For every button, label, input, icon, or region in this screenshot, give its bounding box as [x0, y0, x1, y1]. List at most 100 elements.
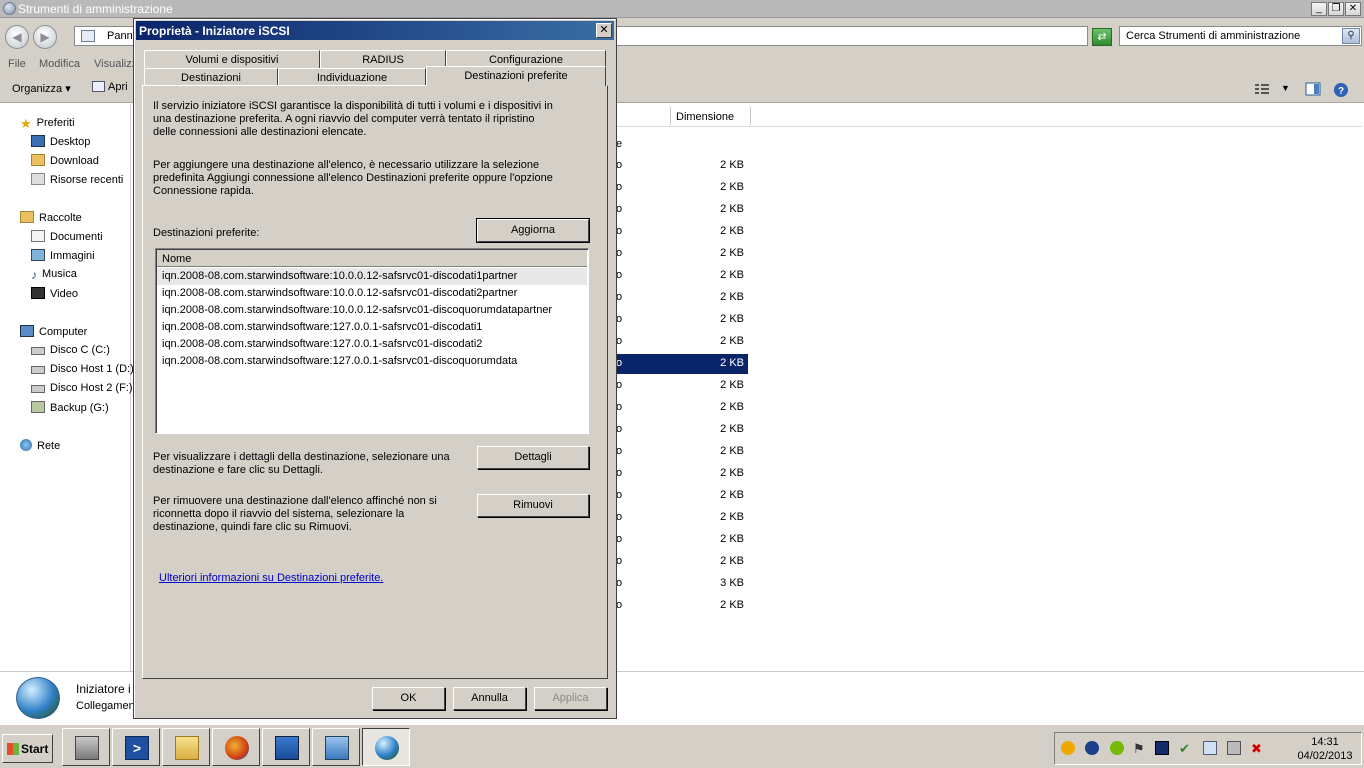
file-row[interactable]: o2 KB	[616, 376, 748, 396]
menu-edit[interactable]: Modifica	[39, 58, 80, 70]
file-row[interactable]: o2 KB	[616, 222, 748, 242]
forward-button[interactable]: ▶	[33, 25, 57, 49]
tab-volumes-devices[interactable]: Volumi e dispositivi	[144, 50, 320, 68]
file-row[interactable]: o2 KB	[616, 508, 748, 528]
refresh-button[interactable]: Aggiorna	[476, 218, 590, 243]
file-row[interactable]: o2 KB	[616, 332, 748, 352]
apply-button[interactable]: Applica	[534, 687, 607, 710]
file-row[interactable]: o2 KB	[616, 552, 748, 572]
file-row[interactable]: o2 KB	[616, 442, 748, 462]
close-button[interactable]: ✕	[1345, 2, 1361, 16]
details-button[interactable]: Dettagli	[477, 446, 589, 469]
nav-drive-g[interactable]: Backup (G:)	[31, 401, 109, 414]
checkmark-icon[interactable]: ✔	[1179, 741, 1193, 756]
device-icon[interactable]	[1203, 741, 1217, 755]
flag-icon[interactable]: ⚑	[1133, 741, 1147, 756]
speaker-muted-icon[interactable]: ✖	[1251, 741, 1265, 756]
start-button[interactable]: Start	[2, 734, 53, 763]
file-row[interactable]: o2 KB	[616, 486, 748, 506]
file-row[interactable]: o2 KB	[616, 420, 748, 440]
remove-button[interactable]: Rimuovi	[477, 494, 589, 517]
target-row[interactable]: iqn.2008-08.com.starwindsoftware:127.0.0…	[157, 319, 587, 336]
taskbar-iscsi-initiator[interactable]	[362, 728, 410, 766]
taskbar-firefox[interactable]	[212, 728, 260, 766]
libraries-icon	[20, 211, 34, 223]
taskbar-explorer[interactable]	[162, 728, 210, 766]
monitor-icon[interactable]	[1155, 741, 1169, 755]
file-row[interactable]: o2 KB	[616, 244, 748, 264]
file-size: 2 KB	[720, 313, 744, 325]
tab-discovery[interactable]: Individuazione	[278, 68, 426, 86]
file-row[interactable]: o2 KB	[616, 398, 748, 418]
maximize-button[interactable]: ❐	[1328, 2, 1344, 16]
target-row[interactable]: iqn.2008-08.com.starwindsoftware:10.0.0.…	[157, 268, 587, 285]
file-row[interactable]: o2 KB	[616, 156, 748, 176]
target-name: iqn.2008-08.com.starwindsoftware:10.0.0.…	[162, 304, 553, 316]
file-row[interactable]: o2 KB	[616, 266, 748, 286]
clock-date[interactable]: 04/02/2013	[1290, 750, 1360, 762]
details-help-text: Per visualizzare i dettagli della destin…	[153, 451, 450, 476]
refresh-icon[interactable]: ⇄	[1092, 28, 1112, 46]
file-row[interactable]: o2 KB	[616, 464, 748, 484]
file-row[interactable]: o2 KB	[616, 288, 748, 308]
target-row[interactable]: iqn.2008-08.com.starwindsoftware:127.0.0…	[157, 336, 587, 353]
nav-download[interactable]: Download	[31, 154, 99, 167]
nav-computer[interactable]: Computer	[20, 325, 87, 338]
taskbar-powershell[interactable]: >	[112, 728, 160, 766]
back-button[interactable]: ◀	[5, 25, 29, 49]
nav-recent[interactable]: Risorse recenti	[31, 173, 123, 186]
column-size-header[interactable]: Dimensione	[676, 111, 734, 123]
column-separator	[670, 107, 671, 125]
nav-drive-f[interactable]: Disco Host 2 (F:)	[31, 382, 133, 394]
preview-pane-icon[interactable]	[1305, 82, 1321, 96]
nav-desktop[interactable]: Desktop	[31, 135, 90, 148]
nav-drive-c[interactable]: Disco C (C:)	[31, 344, 110, 356]
favorite-targets-list[interactable]: Nome iqn.2008-08.com.starwindsoftware:10…	[155, 248, 589, 434]
search-input[interactable]: Cerca Strumenti di amministrazione ⚲	[1119, 26, 1362, 46]
menu-file[interactable]: File	[8, 58, 26, 70]
file-size: 2 KB	[720, 269, 744, 281]
file-row[interactable]: o2 KB	[616, 596, 748, 616]
ok-button[interactable]: OK	[372, 687, 445, 710]
search-icon[interactable]: ⚲	[1342, 28, 1360, 44]
file-row[interactable]: o2 KB	[616, 354, 748, 374]
column-name-header[interactable]: Nome	[162, 253, 191, 265]
taskbar-control-panel[interactable]	[312, 728, 360, 766]
cancel-button[interactable]: Annulla	[453, 687, 526, 710]
view-dropdown-icon[interactable]: ▼	[1281, 83, 1297, 97]
clock-time[interactable]: 14:31	[1295, 736, 1355, 748]
file-row[interactable]: o2 KB	[616, 310, 748, 330]
details-title: Iniziatore i	[76, 682, 131, 696]
target-row[interactable]: iqn.2008-08.com.starwindsoftware:127.0.0…	[157, 353, 587, 370]
taskbar-remote-desktop[interactable]	[262, 728, 310, 766]
help-icon[interactable]: ?	[1333, 82, 1349, 97]
file-row[interactable]: o2 KB	[616, 530, 748, 550]
nav-libraries[interactable]: Raccolte	[20, 211, 82, 224]
network-status-icon[interactable]	[1085, 741, 1099, 755]
view-options-icon[interactable]	[1254, 82, 1270, 96]
tab-favorite-targets[interactable]: Destinazioni preferite	[426, 66, 606, 86]
dialog-close-button[interactable]: ✕	[596, 23, 612, 38]
target-row[interactable]: iqn.2008-08.com.starwindsoftware:10.0.0.…	[157, 285, 587, 302]
file-row[interactable]: o2 KB	[616, 178, 748, 198]
nav-network[interactable]: Rete	[20, 439, 60, 452]
folder-icon	[175, 736, 199, 760]
file-row[interactable]: o2 KB	[616, 200, 748, 220]
server-icon[interactable]	[1227, 741, 1241, 755]
file-row[interactable]: o3 KB	[616, 574, 748, 594]
target-row[interactable]: iqn.2008-08.com.starwindsoftware:10.0.0.…	[157, 302, 587, 319]
minimize-button[interactable]: _	[1311, 2, 1327, 16]
organize-button[interactable]: Organizza ▾	[12, 82, 71, 95]
taskbar-server-manager[interactable]	[62, 728, 110, 766]
nav-music[interactable]: ♪ Musica	[31, 268, 77, 282]
nvidia-icon[interactable]	[1110, 741, 1124, 755]
tab-targets[interactable]: Destinazioni	[144, 68, 278, 86]
nav-drive-d[interactable]: Disco Host 1 (D:)	[31, 363, 134, 375]
nav-favorites[interactable]: ★ Preferiti	[20, 116, 75, 131]
more-info-link[interactable]: Ulteriori informazioni su Destinazioni p…	[159, 572, 383, 584]
nav-video[interactable]: Video	[31, 287, 78, 300]
warning-icon[interactable]	[1061, 741, 1075, 755]
nav-documents[interactable]: Documenti	[31, 230, 103, 243]
open-button[interactable]: Apri	[92, 81, 128, 93]
nav-pictures[interactable]: Immagini	[31, 249, 95, 262]
